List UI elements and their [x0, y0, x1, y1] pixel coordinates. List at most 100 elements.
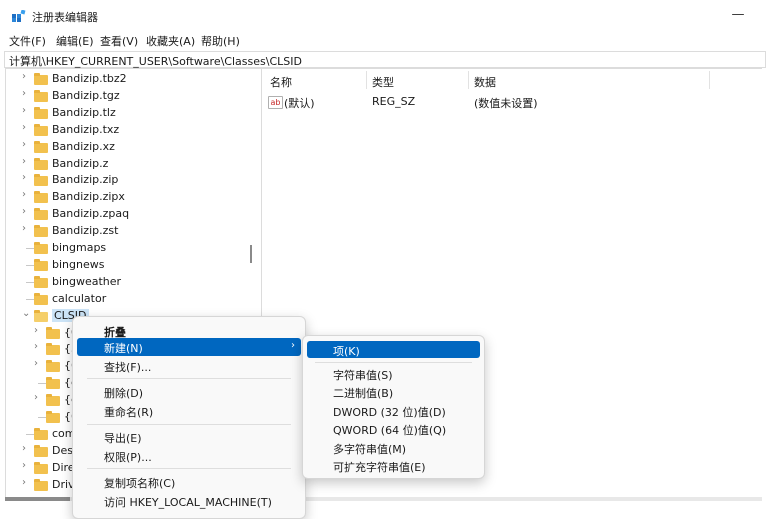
address-path[interactable]: 计算机\HKEY_CURRENT_USER\Software\Classes\C… [9, 53, 302, 69]
chevron-right-icon[interactable]: › [22, 156, 32, 167]
menu-item-permissions[interactable]: 权限(P)... [77, 447, 301, 465]
chevron-right-icon[interactable]: › [34, 392, 44, 403]
value-type: REG_SZ [372, 95, 416, 108]
tree-item-label: calculator [52, 291, 107, 305]
tree-item[interactable]: calculator [6, 291, 256, 308]
tree-item[interactable]: › Bandizip.zip [6, 172, 256, 189]
folder-icon [34, 461, 48, 474]
tree-connector [26, 264, 34, 266]
chevron-right-icon[interactable]: › [22, 71, 32, 82]
tree-item[interactable]: › Bandizip.txz [6, 122, 256, 139]
horizontal-scroll-thumb[interactable] [5, 497, 70, 501]
tree-item[interactable]: bingweather [6, 274, 256, 291]
menu-item-export[interactable]: 导出(E) [77, 428, 301, 446]
column-divider[interactable] [468, 71, 469, 89]
folder-icon [34, 106, 48, 119]
submenu-item-qword-value[interactable]: QWORD (64 位)值(Q) [307, 420, 480, 437]
tree-connector [26, 248, 34, 249]
column-header-name[interactable]: 名称 [270, 74, 292, 90]
tree-item[interactable]: › Bandizip.zst [6, 223, 256, 240]
folder-icon [46, 411, 60, 423]
tree-item-label: Bandizip.zst [52, 224, 119, 238]
chevron-right-icon[interactable]: › [34, 341, 44, 352]
tree-item[interactable]: › Bandizip.xz [6, 139, 256, 156]
menu-item-find[interactable]: 查找(F)... [77, 357, 301, 375]
folder-icon [34, 427, 48, 440]
folder-icon [34, 242, 48, 254]
submenu-item-label: 字符串值(S) [333, 369, 393, 382]
tree-item-label: Bandizip.z [52, 156, 109, 170]
folder-icon [34, 258, 48, 271]
folder-icon [46, 394, 60, 407]
menu-item-label: 查找(F)... [104, 361, 152, 374]
chevron-right-icon[interactable]: › [34, 325, 44, 336]
tree-item-label: Bandizip.zipx [52, 190, 125, 204]
chevron-right-icon[interactable]: › [22, 443, 32, 454]
tree-item[interactable]: › Bandizip.tgz [6, 88, 256, 105]
menu-item-delete[interactable]: 删除(D) [77, 383, 301, 401]
folder-icon [46, 377, 60, 390]
tree-item[interactable]: › Bandizip.zpaq [6, 206, 256, 223]
tree-item-label: Bandizip.tlz [52, 105, 116, 119]
chevron-right-icon[interactable]: › [22, 223, 32, 234]
chevron-down-icon[interactable]: ⌄ [22, 308, 32, 319]
column-header-type[interactable]: 类型 [372, 74, 394, 90]
tree-item[interactable]: › Bandizip.zipx [6, 189, 256, 206]
chevron-right-icon: › [291, 340, 295, 351]
chevron-right-icon[interactable]: › [22, 460, 32, 471]
column-divider[interactable] [366, 71, 367, 89]
submenu-item-expandable-string-value[interactable]: 可扩充字符串值(E) [307, 457, 480, 474]
registry-editor-icon [12, 9, 26, 22]
chevron-right-icon[interactable]: › [22, 172, 32, 183]
chevron-right-icon[interactable]: › [22, 122, 32, 133]
value-name[interactable]: (默认) [284, 95, 315, 111]
menu-item-copy-key-name[interactable]: 复制项名称(C) [77, 473, 301, 491]
chevron-right-icon[interactable]: › [22, 206, 32, 217]
submenu-item-string-value[interactable]: 字符串值(S) [307, 365, 480, 382]
menu-item-label: 新建(N) [104, 342, 143, 355]
folder-open-icon [34, 309, 48, 322]
tree-connector [38, 417, 46, 418]
chevron-right-icon[interactable]: › [22, 189, 32, 200]
menu-view[interactable]: 查看(V) [100, 33, 138, 49]
chevron-right-icon[interactable]: › [22, 139, 32, 150]
minimize-button[interactable]: — [729, 6, 747, 24]
tree-item-label: Bandizip.zpaq [52, 207, 130, 221]
submenu-item-dword-value[interactable]: DWORD (32 位)值(D) [307, 402, 480, 419]
folder-icon [34, 157, 48, 170]
menu-separator [87, 378, 291, 379]
tree-item[interactable]: › Bandizip.tbz2 [6, 71, 256, 88]
tree-item[interactable]: › Bandizip.z [6, 156, 256, 173]
column-divider[interactable] [709, 71, 710, 89]
menu-help[interactable]: 帮助(H) [201, 33, 240, 49]
menu-item-goto-hklm[interactable]: 访问 HKEY_LOCAL_MACHINE(T) [77, 492, 301, 510]
menu-favorites[interactable]: 收藏夹(A) [146, 33, 195, 49]
tree-item-label: Bandizip.txz [52, 122, 120, 136]
folder-icon [34, 123, 48, 136]
string-value-icon: ab [268, 96, 283, 109]
tree-item[interactable]: bingnews [6, 257, 256, 274]
submenu-item-multi-string-value[interactable]: 多字符串值(M) [307, 439, 480, 456]
menu-separator [315, 362, 472, 363]
menu-item-rename[interactable]: 重命名(R) [77, 402, 301, 420]
menu-item-new[interactable]: 新建(N) › [77, 338, 301, 356]
folder-icon [34, 140, 48, 153]
submenu-item-binary-value[interactable]: 二进制值(B) [307, 383, 480, 400]
column-header-data[interactable]: 数据 [474, 74, 496, 90]
tree-item-label: bingmaps [52, 241, 107, 254]
address-bar[interactable]: 计算机\HKEY_CURRENT_USER\Software\Classes\C… [4, 51, 766, 68]
tree-item[interactable]: bingmaps [6, 240, 256, 257]
chevron-right-icon[interactable]: › [22, 477, 32, 488]
submenu-item-key[interactable]: 项(K) [307, 341, 480, 358]
chevron-right-icon[interactable]: › [22, 105, 32, 116]
menu-file[interactable]: 文件(F) [9, 33, 46, 49]
context-menu: 折叠 新建(N) › 查找(F)... 删除(D) 重命名(R) 导出(E) 权限… [72, 316, 306, 519]
submenu-item-label: 可扩充字符串值(E) [333, 461, 426, 474]
submenu-item-label: QWORD (64 位)值(Q) [333, 424, 447, 437]
tree-scroll-thumb[interactable] [250, 245, 252, 263]
chevron-right-icon[interactable]: › [22, 88, 32, 99]
title-bar: 注册表编辑器 — [0, 0, 767, 30]
menu-edit[interactable]: 编辑(E) [56, 33, 94, 49]
tree-item[interactable]: › Bandizip.tlz [6, 105, 256, 122]
chevron-right-icon[interactable]: › [34, 358, 44, 369]
